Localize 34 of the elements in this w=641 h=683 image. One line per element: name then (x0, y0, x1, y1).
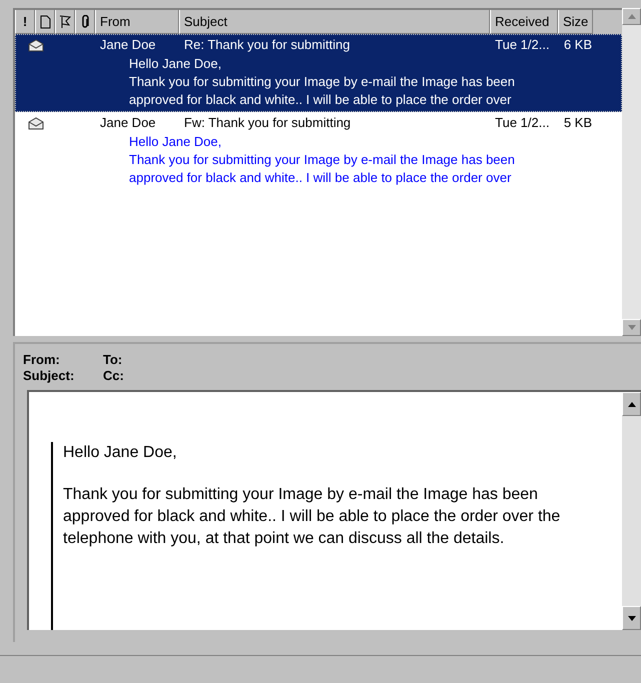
up-arrow-icon (628, 14, 636, 19)
subject-text: Re: Thank you for submitting (183, 36, 351, 54)
sender-text: Jane Doe (99, 36, 157, 54)
preview-line: approved for black and white.. I will be able to place the order over (129, 169, 512, 187)
paperclip-icon[interactable] (80, 14, 90, 28)
sender-text: Jane Doe (99, 114, 157, 132)
subject-text: Fw: Thank you for submitting (183, 114, 352, 132)
size-text: 5 KB (562, 114, 593, 132)
message-row[interactable] (15, 34, 622, 112)
envelope-icon (28, 38, 44, 52)
scroll-down-button[interactable] (622, 606, 641, 630)
up-arrow-icon (628, 402, 636, 406)
scrollbar[interactable] (622, 392, 641, 630)
scroll-up-button[interactable] (622, 392, 641, 416)
preview-line: Hello Jane Doe, (129, 55, 222, 73)
preview-line: Hello Jane Doe, (129, 133, 222, 151)
received-text: Tue 1/2... (494, 36, 550, 54)
greeting-text: Hello Jane Doe, (63, 443, 178, 463)
down-arrow-icon (628, 616, 636, 620)
envelope-icon (28, 116, 44, 130)
preview-line: Thank you for submitting your Image by e-mail the Image has been (129, 73, 516, 91)
preview-line: Thank you for submitting your Image by e-mail the Image has been (129, 151, 516, 169)
body-paragraph: Thank you for submitting your Image by e-mail the Image has been approved for black and white.. I will be able to place the order over the telephone with you, at that point we can discuss all the details. (63, 485, 562, 549)
size-text: 6 KB (562, 36, 593, 54)
from-label: From: (23, 352, 61, 368)
flag-icon[interactable] (59, 14, 71, 28)
to-label: To: (103, 352, 124, 368)
down-arrow-icon (628, 325, 636, 330)
subject-label: Subject: (23, 368, 76, 384)
page-icon[interactable] (40, 14, 50, 28)
preview-line: approved for black and white.. I will be able to place the order over (129, 91, 512, 109)
column-header[interactable]: Subject (184, 12, 228, 32)
cc-label: Cc: (103, 368, 125, 384)
received-text: Tue 1/2... (494, 114, 550, 132)
